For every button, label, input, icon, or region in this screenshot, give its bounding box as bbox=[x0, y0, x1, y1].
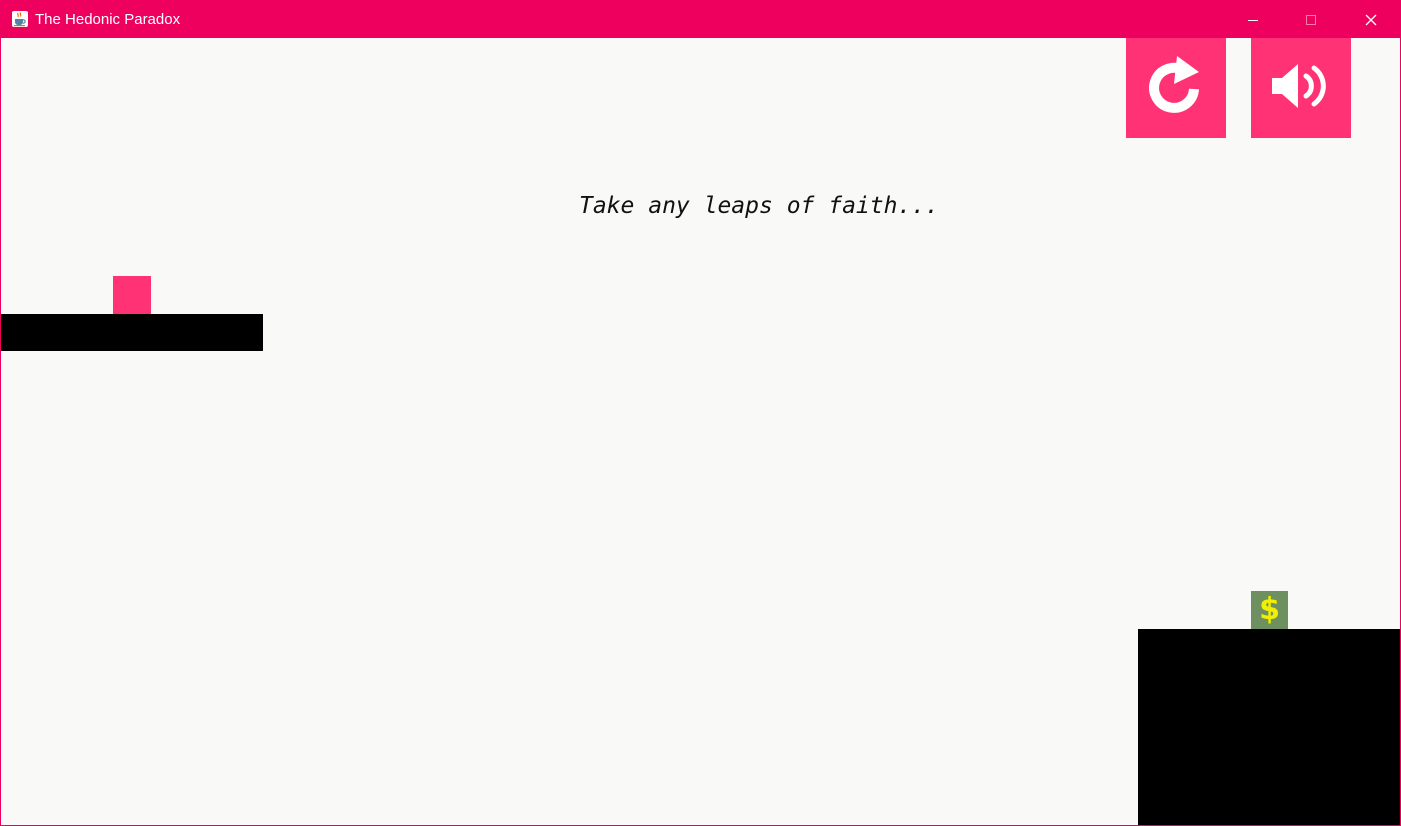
close-icon bbox=[1365, 14, 1377, 26]
game-canvas[interactable]: Take any leaps of faith... $ bbox=[1, 38, 1400, 825]
minimize-icon bbox=[1247, 14, 1259, 26]
hint-text: Take any leaps of faith... bbox=[578, 193, 940, 219]
restart-button[interactable] bbox=[1126, 38, 1226, 138]
maximize-button[interactable] bbox=[1282, 1, 1340, 38]
hint-text-line: Take any leaps of faith... bbox=[1, 191, 1400, 221]
minimize-button[interactable] bbox=[1224, 1, 1282, 38]
start-platform bbox=[1, 314, 263, 351]
speaker-on-icon bbox=[1266, 56, 1336, 121]
sound-toggle-button[interactable] bbox=[1251, 38, 1351, 138]
restart-icon bbox=[1143, 53, 1209, 124]
goal-platform bbox=[1138, 629, 1400, 825]
maximize-icon bbox=[1305, 14, 1317, 26]
close-button[interactable] bbox=[1342, 1, 1400, 38]
game-window: The Hedonic Paradox Take any leaps of fa… bbox=[0, 0, 1401, 826]
java-coffee-cup-icon bbox=[11, 10, 29, 28]
title-bar[interactable]: The Hedonic Paradox bbox=[1, 1, 1400, 38]
dollar-symbol: $ bbox=[1259, 592, 1280, 627]
player-square bbox=[113, 276, 151, 314]
window-title: The Hedonic Paradox bbox=[35, 11, 181, 28]
dollar-coin: $ bbox=[1251, 591, 1288, 629]
